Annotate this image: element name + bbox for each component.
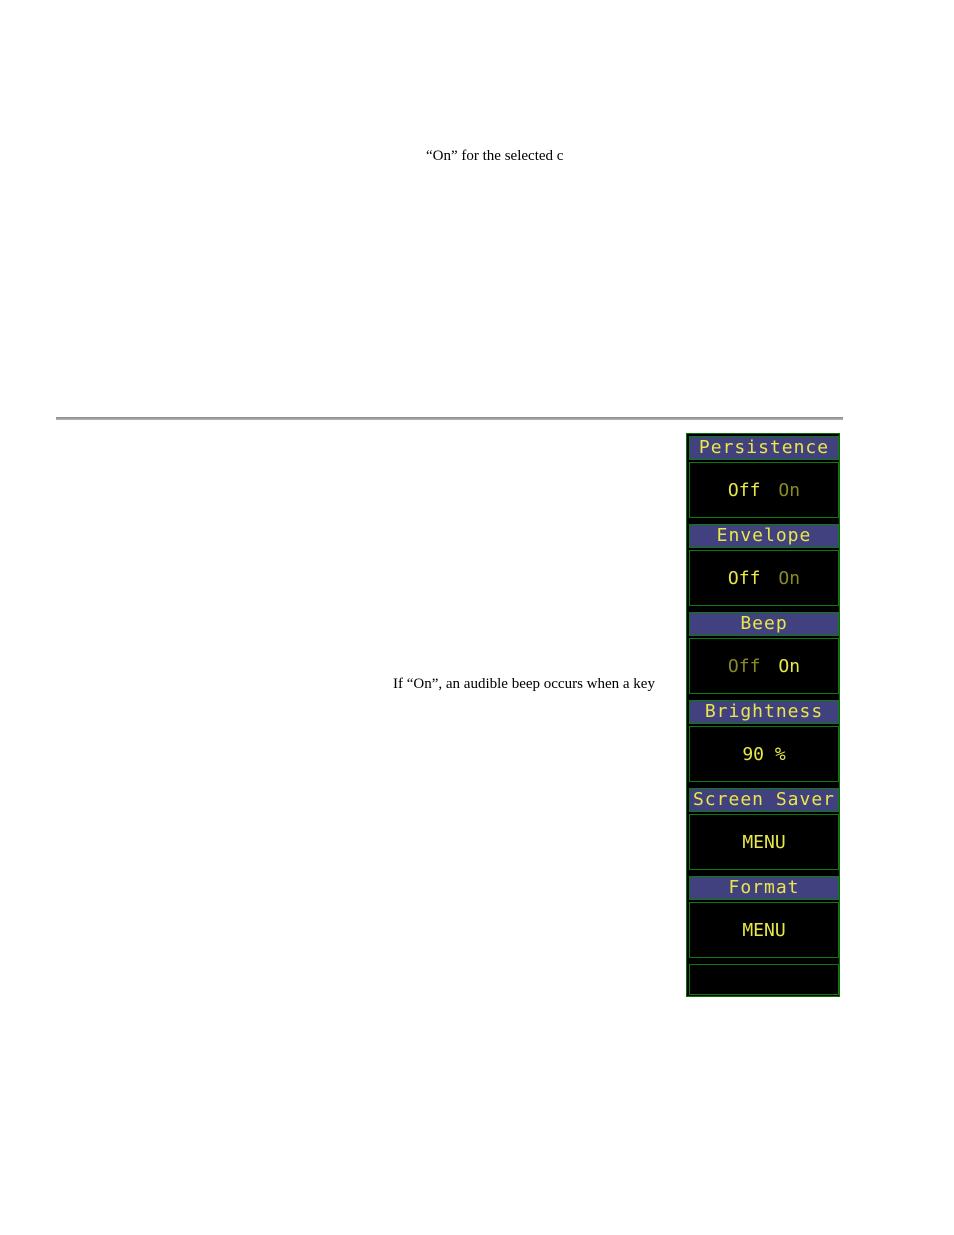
horizontal-rule [56,417,843,420]
persistence-off-option[interactable]: Off [728,480,761,501]
screen-saver-title: Screen Saver [689,788,839,812]
body-text-fragment: “On” for the selected c [426,148,564,164]
beep-description-text: If “On”, an audible beep occurs when a k… [393,676,655,692]
envelope-options[interactable]: Off On [689,550,839,606]
brightness-value[interactable]: 90 % [689,726,839,782]
beep-off-option[interactable]: Off [728,656,761,677]
beep-title: Beep [689,612,839,636]
brightness-title: Brightness [689,700,839,724]
envelope-title: Envelope [689,524,839,548]
persistence-options[interactable]: Off On [689,462,839,518]
format-title: Format [689,876,839,900]
format-menu[interactable]: MENU [689,902,839,958]
persistence-title: Persistence [689,436,839,460]
screen-saver-menu[interactable]: MENU [689,814,839,870]
persistence-on-option[interactable]: On [778,480,800,501]
envelope-off-option[interactable]: Off [728,568,761,589]
beep-options[interactable]: Off On [689,638,839,694]
envelope-on-option[interactable]: On [778,568,800,589]
blank-softkey[interactable] [689,964,839,995]
softkey-menu-panel: Persistence Off On Envelope Off On Beep … [686,433,840,997]
beep-on-option[interactable]: On [778,656,800,677]
